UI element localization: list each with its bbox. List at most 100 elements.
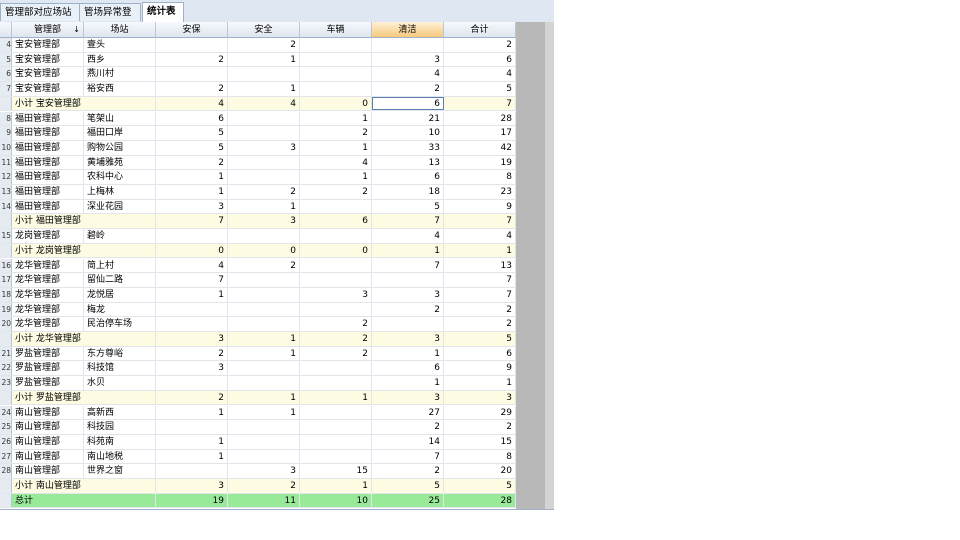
cell-dept[interactable]: 福田管理部: [12, 199, 84, 214]
row-number[interactable]: 26: [0, 434, 12, 449]
cell-cleaning[interactable]: 5: [372, 199, 444, 214]
cell-vehicle[interactable]: 1: [300, 140, 372, 155]
cell-vehicle[interactable]: 1: [300, 390, 372, 405]
cell-vehicle[interactable]: [300, 376, 372, 390]
row-number[interactable]: 11: [0, 155, 12, 170]
cell-total[interactable]: 3: [444, 390, 516, 405]
cell-cleaning[interactable]: [372, 273, 444, 287]
cell-vehicle[interactable]: [300, 449, 372, 464]
cell-cleaning[interactable]: 18: [372, 185, 444, 199]
cell-safety[interactable]: 2: [228, 479, 300, 493]
cell-vehicle[interactable]: [300, 361, 372, 376]
column-header-safety[interactable]: 安全: [228, 22, 300, 38]
table-row[interactable]: 6 宝安管理部 燕川村 4 4: [0, 67, 545, 83]
cell-safety[interactable]: [228, 170, 300, 184]
cell-dept[interactable]: 罗盐管理部: [12, 346, 84, 361]
cell-vehicle[interactable]: [300, 434, 372, 449]
cell-security[interactable]: [156, 67, 228, 82]
cell-site[interactable]: 简上村: [84, 258, 156, 273]
cell-total[interactable]: 13: [444, 258, 516, 273]
cell-security[interactable]: 3: [156, 199, 228, 214]
cell-safety[interactable]: 1: [228, 199, 300, 214]
row-number[interactable]: [0, 96, 12, 111]
cell-site[interactable]: 南山地税: [84, 449, 156, 464]
cell-safety[interactable]: 1: [228, 405, 300, 420]
cell-cleaning[interactable]: 6: [372, 96, 444, 111]
row-number[interactable]: 19: [0, 302, 12, 317]
row-number[interactable]: 10: [0, 140, 12, 155]
cell-vehicle[interactable]: [300, 82, 372, 96]
table-row[interactable]: 14 福田管理部 深业花园 3 1 5 9: [0, 199, 545, 215]
cell-site[interactable]: 购物公园: [84, 140, 156, 155]
cell-safety[interactable]: 3: [228, 464, 300, 478]
cell-security[interactable]: 1: [156, 185, 228, 199]
cell-safety[interactable]: 1: [228, 390, 300, 405]
cell-total[interactable]: 9: [444, 361, 516, 376]
cell-dept[interactable]: 福田管理部: [12, 111, 84, 126]
row-number[interactable]: [0, 390, 12, 405]
cell-site[interactable]: 科苑南: [84, 434, 156, 449]
cell-total[interactable]: 28: [444, 493, 516, 508]
corner-cell[interactable]: [0, 22, 12, 38]
cell-vehicle[interactable]: 1: [300, 479, 372, 493]
table-row[interactable]: 13 福田管理部 上梅林 1 2 2 18 23: [0, 185, 545, 200]
cell-vehicle[interactable]: [300, 67, 372, 82]
cell-total[interactable]: 2: [444, 317, 516, 331]
row-number[interactable]: [0, 243, 12, 258]
cell-safety[interactable]: [228, 126, 300, 140]
cell-safety[interactable]: [228, 155, 300, 170]
cell-cleaning[interactable]: 7: [372, 214, 444, 229]
cell-vehicle[interactable]: 1: [300, 111, 372, 126]
cell-site[interactable]: 龙悦居: [84, 287, 156, 302]
cell-vehicle[interactable]: 2: [300, 346, 372, 361]
cell-safety[interactable]: 4: [228, 96, 300, 111]
cell-total[interactable]: 15: [444, 434, 516, 449]
row-number[interactable]: [0, 332, 12, 346]
cell-vehicle[interactable]: 15: [300, 464, 372, 478]
table-row[interactable]: 12 福田管理部 农科中心 1 1 6 8: [0, 170, 545, 185]
cell-cleaning[interactable]: 13: [372, 155, 444, 170]
row-number[interactable]: [0, 479, 12, 493]
table-row[interactable]: 16 龙华管理部 简上村 4 2 7 13: [0, 258, 545, 274]
cell-dept[interactable]: 南山管理部: [12, 449, 84, 464]
table-row[interactable]: 11 福田管理部 黄埔雅苑 2 4 13 19: [0, 155, 545, 171]
cell-cleaning[interactable]: 3: [372, 332, 444, 346]
cell-cleaning[interactable]: 10: [372, 126, 444, 140]
cell-security[interactable]: 2: [156, 82, 228, 96]
cell-site[interactable]: 黄埔雅苑: [84, 155, 156, 170]
cell-cleaning[interactable]: 33: [372, 140, 444, 155]
row-number[interactable]: 16: [0, 258, 12, 273]
cell-total[interactable]: 6: [444, 346, 516, 361]
table-row[interactable]: 9 福田管理部 福田口岸 5 2 10 17: [0, 126, 545, 141]
cell-total[interactable]: 7: [444, 287, 516, 302]
cell-site[interactable]: 农科中心: [84, 170, 156, 184]
table-row[interactable]: 22 罗盐管理部 科技馆 3 6 9: [0, 361, 545, 377]
cell-total[interactable]: 20: [444, 464, 516, 478]
subtotal-label[interactable]: 小计 龙华管理部: [12, 332, 156, 346]
cell-security[interactable]: 1: [156, 449, 228, 464]
cell-dept[interactable]: 福田管理部: [12, 185, 84, 199]
cell-security[interactable]: [156, 464, 228, 478]
column-header-security[interactable]: 安保: [156, 22, 228, 38]
cell-site[interactable]: 福田口岸: [84, 126, 156, 140]
cell-safety[interactable]: 3: [228, 140, 300, 155]
cell-cleaning[interactable]: 1: [372, 243, 444, 258]
cell-security[interactable]: [156, 302, 228, 317]
row-number[interactable]: 17: [0, 273, 12, 287]
cell-security[interactable]: 3: [156, 479, 228, 493]
table-row[interactable]: 20 龙华管理部 民治停车场 2 2: [0, 317, 545, 332]
table-row[interactable]: 18 龙华管理部 龙悦居 1 3 3 7: [0, 287, 545, 303]
cell-site[interactable]: 高新西: [84, 405, 156, 420]
cell-vehicle[interactable]: [300, 420, 372, 434]
vertical-scrollbar[interactable]: [545, 22, 554, 510]
cell-security[interactable]: 2: [156, 155, 228, 170]
cell-safety[interactable]: 2: [228, 185, 300, 199]
cell-dept[interactable]: 南山管理部: [12, 464, 84, 478]
cell-total[interactable]: 5: [444, 479, 516, 493]
row-number[interactable]: 14: [0, 199, 12, 214]
cell-cleaning[interactable]: 3: [372, 52, 444, 67]
cell-security[interactable]: 6: [156, 111, 228, 126]
cell-total[interactable]: 28: [444, 111, 516, 126]
cell-vehicle[interactable]: [300, 52, 372, 67]
cell-cleaning[interactable]: 6: [372, 361, 444, 376]
